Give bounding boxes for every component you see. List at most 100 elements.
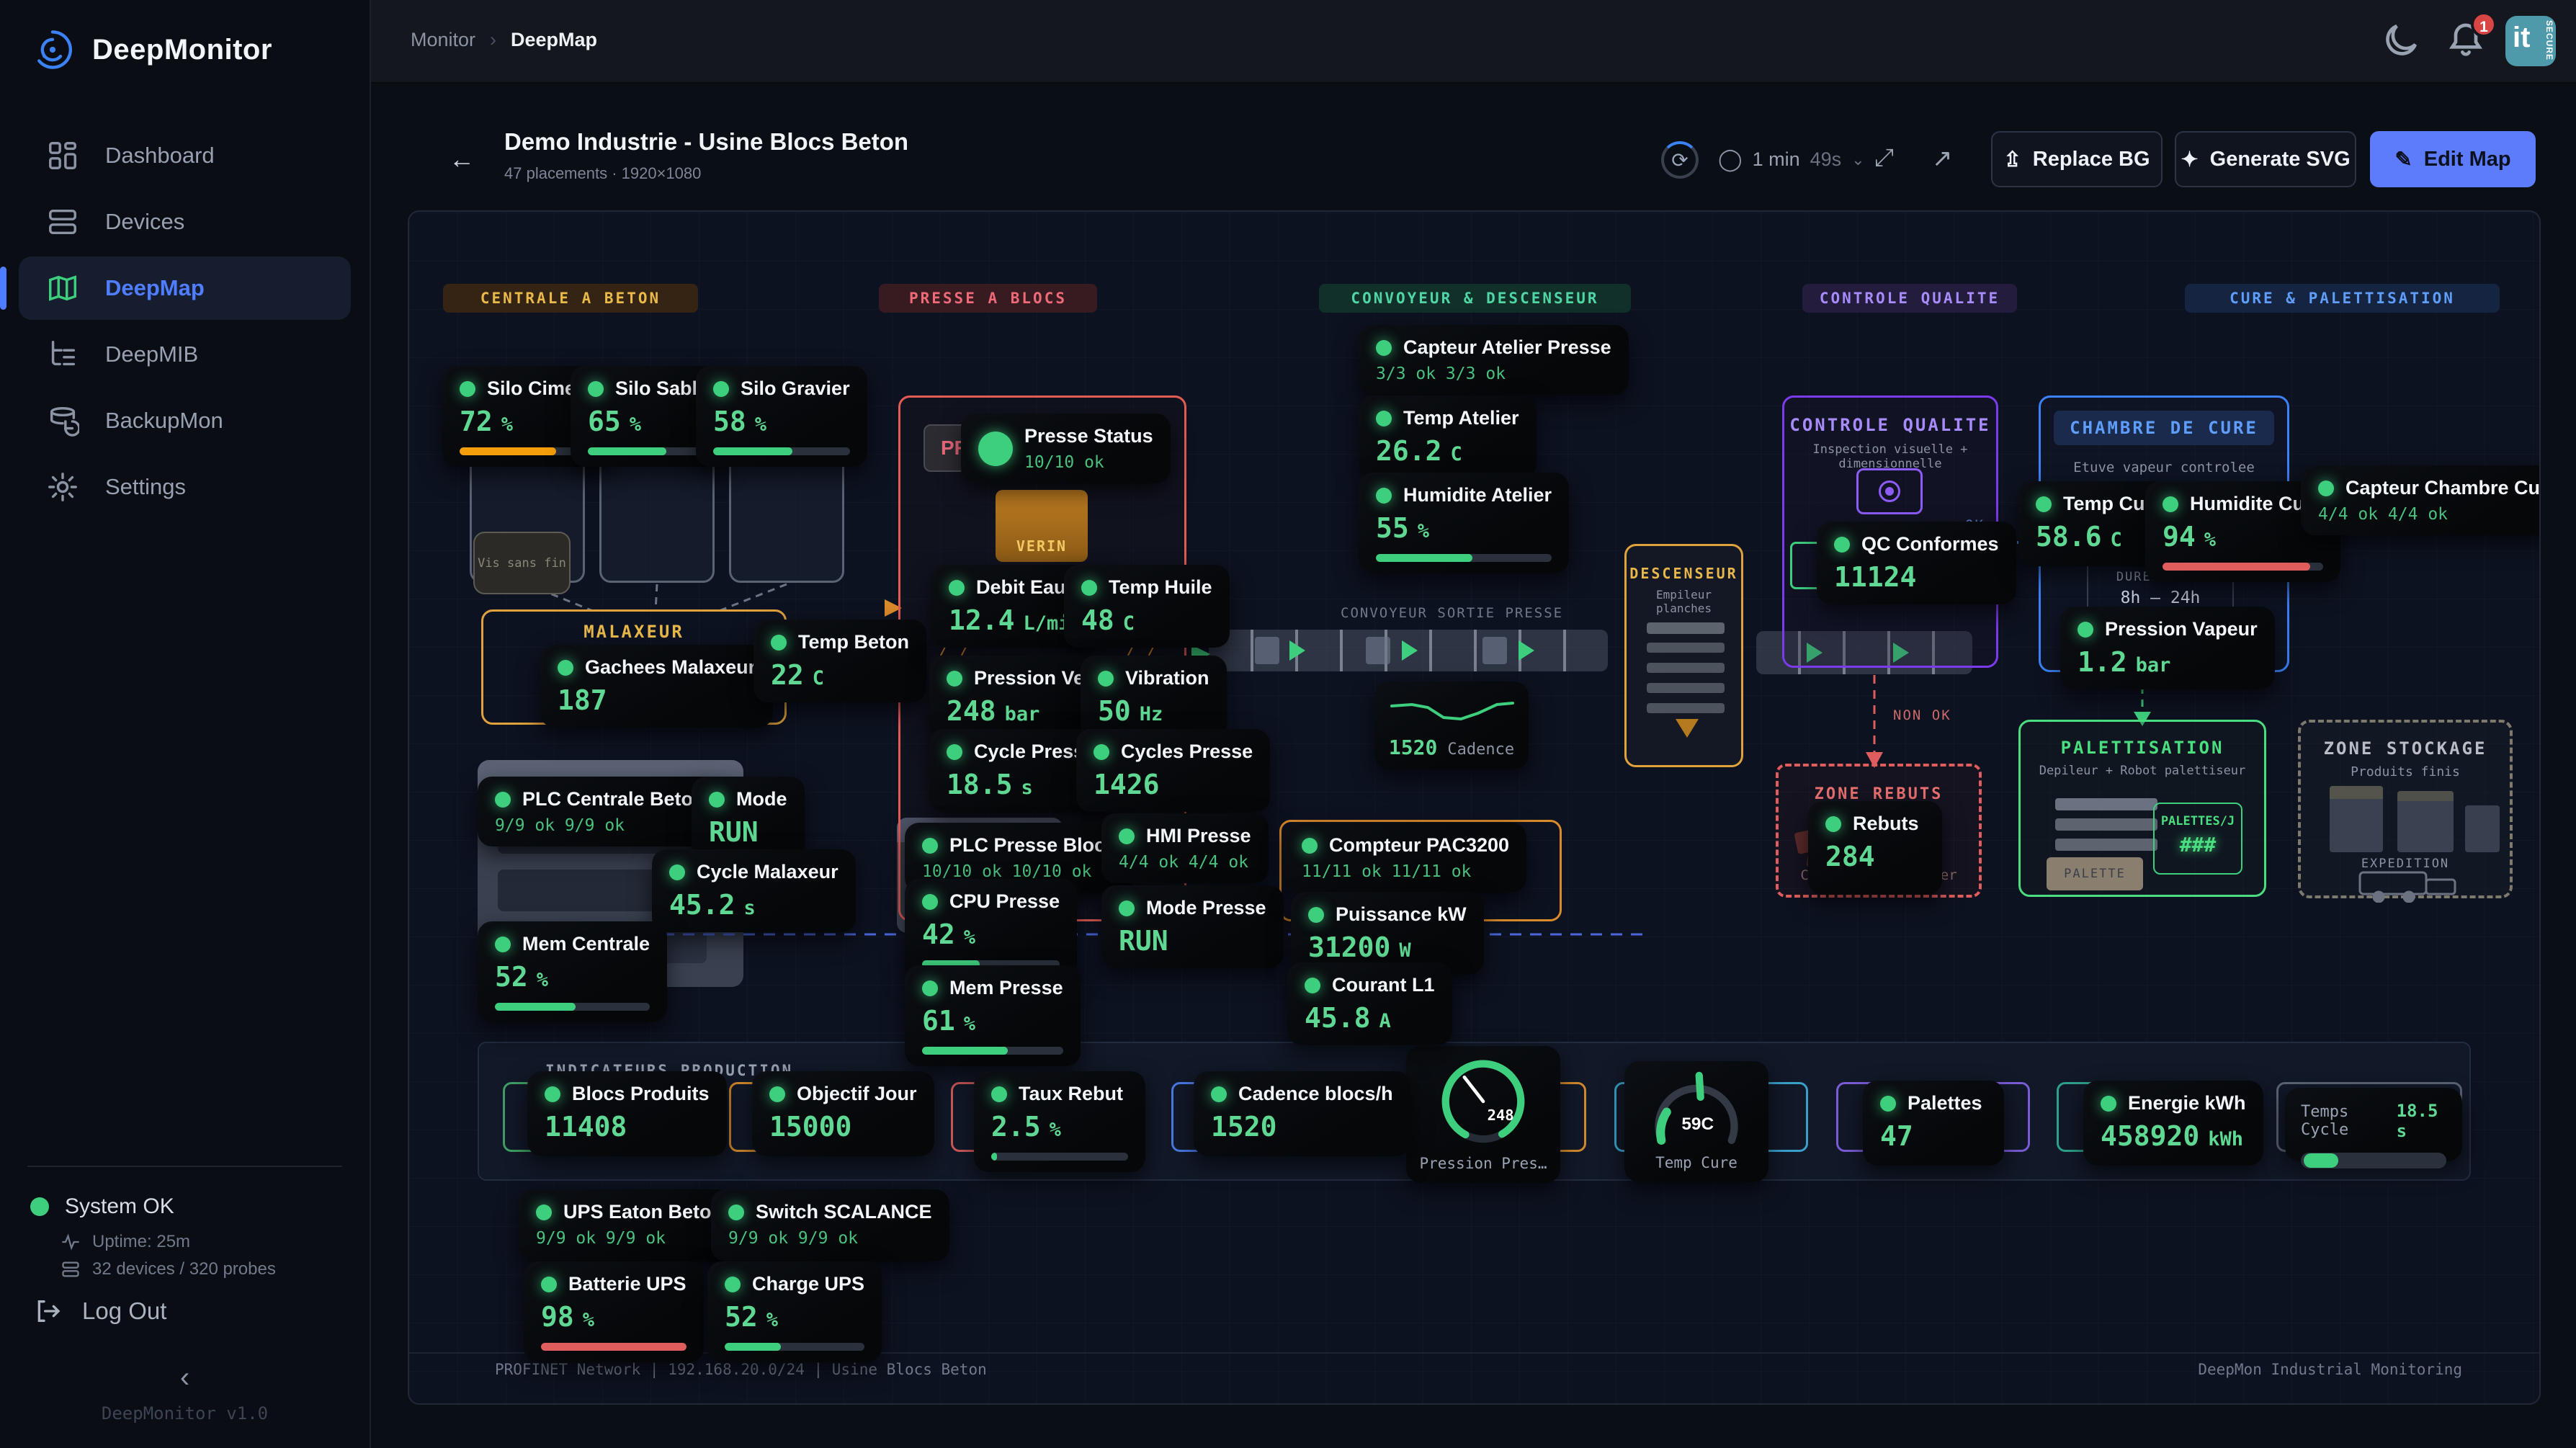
palettisation-title: PALETTISATION <box>2021 738 2264 758</box>
cure-header: CHAMBRE DE CURE <box>2054 411 2274 445</box>
temps-cycle-slider[interactable] <box>2301 1153 2446 1168</box>
devices-row: 32 devices / 320 probes <box>61 1259 276 1279</box>
sidebar-item-dashboard[interactable]: Dashboard <box>19 124 351 187</box>
pression-gauge: 248 <box>1429 1050 1537 1151</box>
page-title: Demo Industrie - Usine Blocs Beton <box>504 128 908 156</box>
badge-courant-l1[interactable]: Courant L145.8A <box>1287 962 1452 1045</box>
dark-mode-toggle-moon-icon[interactable] <box>2381 20 2421 61</box>
vis-sans-fin-box: Vis sans fin <box>473 532 571 594</box>
expedition-label: EXPEDITION <box>2301 857 2510 871</box>
logout-label: Log Out <box>82 1297 166 1325</box>
status-dot-icon <box>1119 828 1135 844</box>
badge-value: 42% <box>922 919 1060 950</box>
badge-label: Cycles Presse <box>1121 741 1253 763</box>
badge-capteur-atelier[interactable]: Capteur Atelier Presse3/3 ok 3/3 ok <box>1359 325 1629 395</box>
badge-hmi-presse[interactable]: HMI Presse4/4 ok 4/4 ok <box>1101 813 1269 883</box>
badge-mode-presse[interactable]: Mode PresseRUN <box>1101 885 1284 968</box>
badge-presse-status[interactable]: Presse Status10/10 ok <box>961 414 1171 483</box>
deepmib-icon <box>46 338 79 371</box>
badge-switch-scalance[interactable]: Switch SCALANCE9/9 ok 9/9 ok <box>711 1189 949 1261</box>
sidebar-collapse-button[interactable]: ‹ <box>0 1362 370 1394</box>
badge-label: Presse Status <box>1024 425 1153 447</box>
badge-value: 11408 <box>545 1111 710 1143</box>
badge-label: Capteur Atelier Presse <box>1403 336 1611 359</box>
badge-gachees-malaxeur[interactable]: Gachees Malaxeur187 <box>540 645 773 728</box>
badge-value: RUN <box>1119 925 1266 957</box>
badge-cycle-malaxeur[interactable]: Cycle Malaxeur45.2s <box>652 849 856 932</box>
badge-temp-atelier[interactable]: Temp Atelier26.2C <box>1359 395 1537 478</box>
badge-silo-gravier[interactable]: Silo Gravier58% <box>696 366 867 467</box>
badge-cadence-blocs[interactable]: Cadence blocs/h1520 <box>1194 1071 1410 1156</box>
svg-text:59C: 59C <box>1681 1114 1714 1134</box>
generate-svg-button[interactable]: ✦ Generate SVG <box>2175 131 2356 187</box>
sidebar-item-devices[interactable]: Devices <box>19 190 351 254</box>
badge-cycles-presse[interactable]: Cycles Presse 1426 <box>1076 729 1270 812</box>
open-external-icon[interactable]: ↗ <box>1932 144 1953 173</box>
badge-mem-presse[interactable]: Mem Presse61% <box>905 965 1081 1066</box>
sidebar-item-label: DeepMIB <box>105 341 198 367</box>
badge-charge-ups[interactable]: Charge UPS52% <box>707 1261 882 1362</box>
sidebar-nav: DashboardDevicesDeepMap DeepMIB BackupMon S… <box>0 121 370 522</box>
badge-palettes[interactable]: Palettes47 <box>1863 1081 2004 1166</box>
badge-humidite-atelier[interactable]: Humidite Atelier55% <box>1359 473 1569 573</box>
badge-plc-centrale[interactable]: PLC Centrale Beton9/9 ok 9/9 ok <box>478 777 723 846</box>
badge-progress-bar <box>2163 563 2323 571</box>
sidebar-item-label: Settings <box>105 474 186 500</box>
badge-qc-conformes[interactable]: QC Conformes11124 <box>1817 522 2016 604</box>
breadcrumb-root[interactable]: Monitor <box>411 29 475 51</box>
badge-batterie-ups[interactable]: Batterie UPS98% <box>524 1261 704 1362</box>
pencil-icon: ✎ <box>2394 147 2412 172</box>
badge-mem-centrale[interactable]: Mem Centrale52% <box>478 921 667 1022</box>
sidebar-item-deepmap[interactable]: DeepMap <box>19 256 351 320</box>
palette-label: PALETTE <box>2064 867 2126 881</box>
deepmap-icon <box>46 272 79 305</box>
status-dot-icon <box>541 1277 557 1292</box>
badge-label: Rebuts <box>1853 813 1919 835</box>
edit-map-button[interactable]: ✎ Edit Map <box>2370 131 2536 187</box>
badge-temp-huile[interactable]: Temp Huile48C <box>1064 565 1230 648</box>
badge-taux-rebut[interactable]: Taux Rebut2.5% <box>974 1071 1145 1172</box>
sidebar-item-deepmib[interactable]: DeepMIB <box>19 323 351 386</box>
badge-energie-kwh[interactable]: Energie kWh458920kWh <box>2083 1081 2263 1166</box>
palettes-j-box: PALETTES/J ### <box>2153 803 2242 875</box>
descenseur-subtitle: Empileur planches <box>1627 588 1741 615</box>
badge-value: 58% <box>713 406 850 437</box>
fullscreen-icon[interactable]: ⤢ <box>1874 144 1894 172</box>
status-dot-icon <box>1376 411 1392 426</box>
devices-icon <box>46 205 79 238</box>
badge-value: 187 <box>558 684 756 716</box>
status-dot-icon <box>2101 1096 2116 1112</box>
badge-temp-beton[interactable]: Temp Beton22C <box>753 620 926 702</box>
sidebar-item-settings[interactable]: Settings <box>19 455 351 519</box>
badge-mode[interactable]: ModeRUN <box>692 777 805 859</box>
temps-cycle-card[interactable]: Temps Cycle 18.5 s <box>2285 1088 2462 1161</box>
map-canvas[interactable]: OK NON OK Vis sans fin MALAXEUR <box>409 212 2539 1403</box>
back-button[interactable]: ← <box>443 141 480 179</box>
badge-cpu-presse[interactable]: CPU Presse42% <box>905 879 1077 980</box>
gauge-pression-card[interactable]: 248 Pression Pres… <box>1406 1046 1560 1183</box>
notification-count-badge[interactable]: 1 <box>2471 12 2497 37</box>
interval-countdown: 49s <box>1810 148 1842 171</box>
refresh-button[interactable]: ⟳ <box>1661 141 1699 179</box>
logout-button[interactable]: Log Out <box>33 1297 166 1326</box>
refresh-interval-dropdown[interactable]: ◯ 1 min 49s ⌄ <box>1718 147 1865 172</box>
replace-bg-button[interactable]: ⇫ Replace BG <box>1991 131 2163 187</box>
palettes-j-value: ### <box>2155 833 2241 857</box>
badge-compteur-pac[interactable]: Compteur PAC320011/11 ok 11/11 ok <box>1284 823 1526 893</box>
gauge-temp-cure-card[interactable]: 59C Temp Cure <box>1624 1061 1768 1182</box>
badge-objectif-jour[interactable]: Objectif Jour15000 <box>752 1071 934 1156</box>
badge-rebuts[interactable]: Rebuts284 <box>1808 801 1942 895</box>
sidebar-item-backupmon[interactable]: BackupMon <box>19 389 351 452</box>
badge-value: 15000 <box>769 1111 917 1143</box>
descenseur-box: DESCENSEUR Empileur planches <box>1624 544 1743 767</box>
chevron-down-icon: ⌄ <box>1851 151 1864 169</box>
conveyor-sortie-presse <box>1209 630 1608 671</box>
badge-blocs-produits[interactable]: Blocs Produits11408 <box>527 1071 727 1156</box>
badge-ups-eaton[interactable]: UPS Eaton Beton9/9 ok 9/9 ok <box>519 1189 741 1261</box>
cadence-sparkline-card[interactable]: 1520 Cadence <box>1374 681 1529 769</box>
badge-value: 1426 <box>1094 769 1253 800</box>
badge-capteur-chambre[interactable]: Capteur Chambre Cure4/4 ok 4/4 ok <box>2301 465 2539 535</box>
avatar[interactable]: it SECURE <box>2505 16 2556 66</box>
badge-pression-vapeur[interactable]: Pression Vapeur1.2bar <box>2060 607 2275 689</box>
badge-vibration[interactable]: Vibration50Hz <box>1081 656 1227 738</box>
